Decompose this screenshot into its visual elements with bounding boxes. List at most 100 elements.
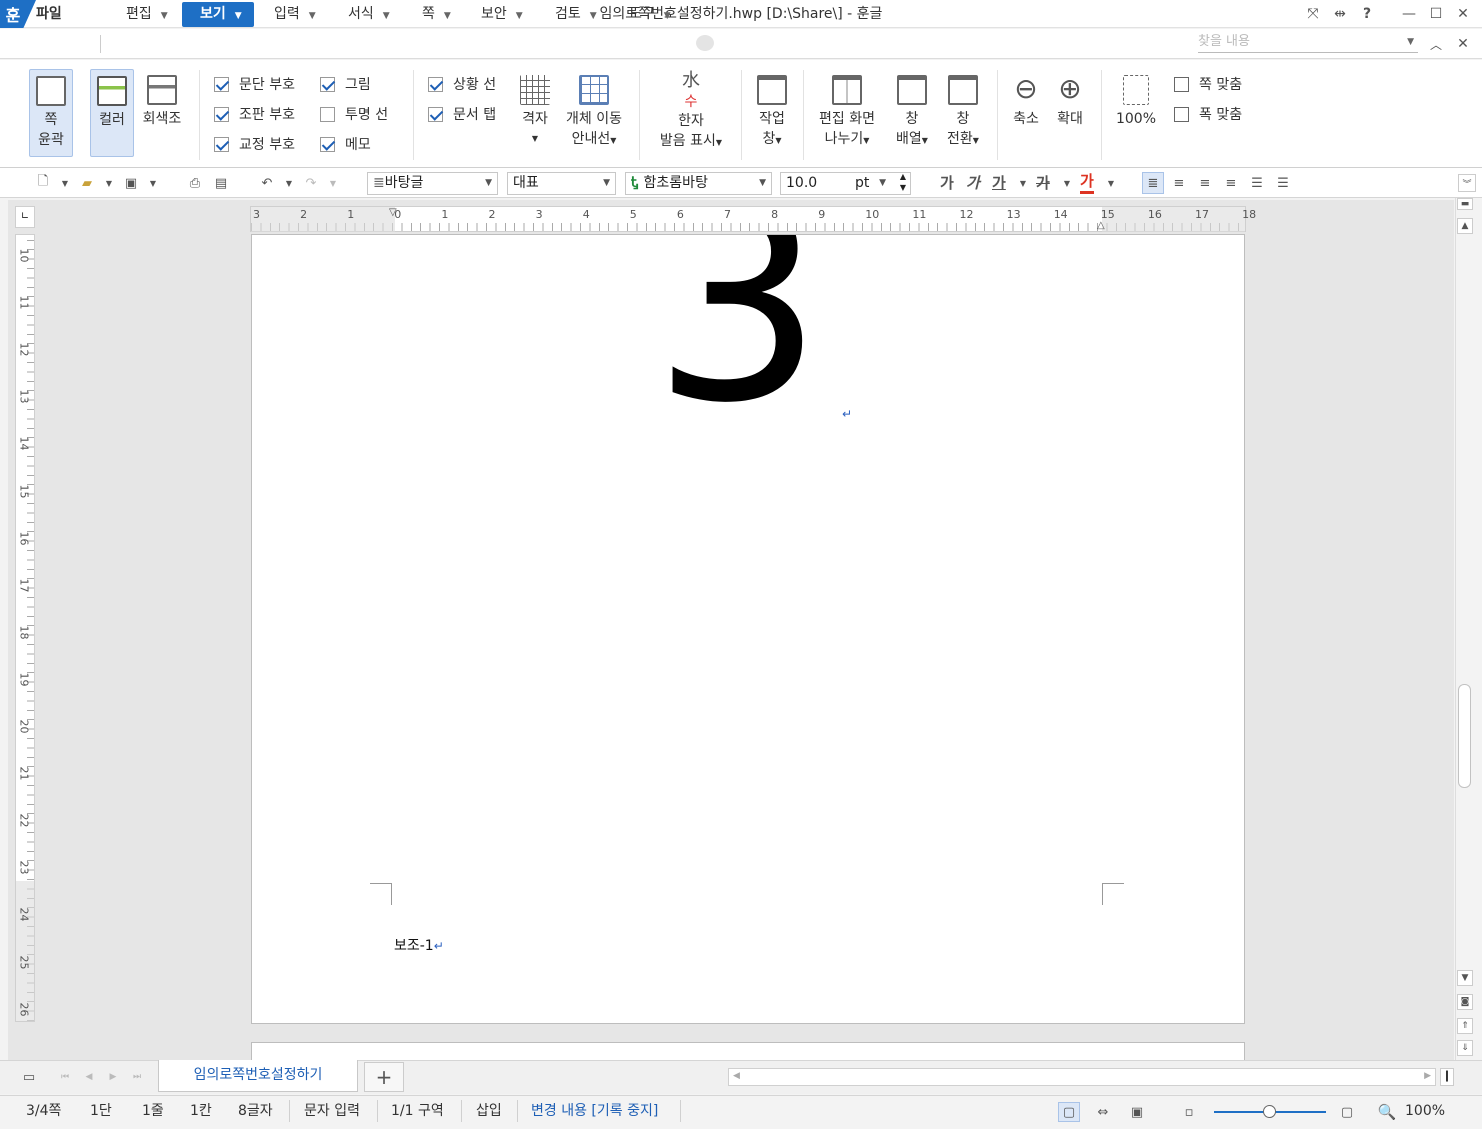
- print-preview-icon[interactable]: ▤: [212, 174, 230, 192]
- zoom-max-icon[interactable]: ▢: [1338, 1103, 1356, 1121]
- vertical-scrollbar[interactable]: [1455, 198, 1475, 1060]
- help-icon[interactable]: ?: [1354, 0, 1380, 28]
- next-page-icon[interactable]: ⇓: [1457, 1040, 1473, 1056]
- new-doc-dropdown-icon[interactable]: ▼: [56, 174, 74, 192]
- search-input[interactable]: 찾을 내용 ▼: [1198, 33, 1418, 53]
- strikethrough-button[interactable]: 가: [1036, 172, 1050, 194]
- undo-dropdown-icon[interactable]: ▼: [280, 174, 298, 192]
- align-divide-icon[interactable]: ☰: [1274, 174, 1292, 192]
- status-input-mode[interactable]: 문자 입력: [304, 1101, 360, 1121]
- menu-tools[interactable]: 도구 ▼: [621, 2, 679, 27]
- fit-page-button[interactable]: 쪽 맞춤: [1174, 73, 1242, 95]
- collapse-ribbon-icon[interactable]: ︿: [1423, 30, 1449, 58]
- status-section[interactable]: 1/1 구역: [391, 1101, 444, 1121]
- color-view-button[interactable]: 컬러: [90, 69, 134, 157]
- horizontal-ruler[interactable]: 3 2 1 0 1 2 3 4 5 6 7 8 9 10 11 12 13 14 15 16 17 18 ▽ △: [250, 206, 1256, 232]
- open-folder-icon[interactable]: ▰: [78, 174, 96, 192]
- add-tab-button[interactable]: +: [364, 1062, 404, 1092]
- zoom-magnifier-icon[interactable]: 🔍: [1378, 1103, 1397, 1121]
- right-indent-marker-icon[interactable]: △: [1097, 220, 1105, 231]
- arrange-windows-button[interactable]: 창 배열▼: [892, 69, 932, 157]
- tab-document[interactable]: 임의로쪽번호설정하기: [158, 1060, 358, 1092]
- first-tab-icon[interactable]: ⏮: [56, 1068, 74, 1086]
- menu-edit[interactable]: 편집 ▼: [118, 2, 176, 27]
- tab-list-icon[interactable]: ▭: [20, 1068, 38, 1086]
- minimize-button[interactable]: —: [1396, 0, 1422, 28]
- split-view-icon[interactable]: ⇹: [1327, 0, 1353, 28]
- underline-dropdown-icon[interactable]: ▼: [1014, 174, 1032, 192]
- prev-tab-icon[interactable]: ◀: [80, 1068, 98, 1086]
- toolbar-expand-icon[interactable]: ︾: [1458, 174, 1476, 192]
- bold-button[interactable]: 가: [940, 172, 954, 194]
- switch-window-button[interactable]: 창 전환▼: [942, 69, 984, 157]
- vertical-ruler[interactable]: 10 11 12 13 14 15 16 17 18 19 20 21 22 23 24 25 26: [15, 234, 35, 1022]
- check-layout-marks[interactable]: 조판 부호: [214, 103, 295, 125]
- page-outline-button[interactable]: 쪽 윤곽: [29, 69, 73, 157]
- close-button[interactable]: ✕: [1450, 0, 1476, 28]
- scroll-left-icon[interactable]: ◀: [733, 1071, 740, 1081]
- ruler-tab-icon[interactable]: ∟: [15, 206, 35, 228]
- check-paragraph-marks[interactable]: 문단 부호: [214, 73, 295, 95]
- menu-review[interactable]: 검토 ▼: [547, 2, 605, 27]
- italic-button[interactable]: 가: [966, 172, 980, 194]
- check-proof-marks[interactable]: 교정 부호: [214, 133, 295, 155]
- maximize-button[interactable]: ☐: [1423, 0, 1449, 28]
- zoom-out-button[interactable]: ⊖ 축소: [1006, 69, 1046, 157]
- style-select[interactable]: ≣바탕글 ▼: [367, 172, 498, 195]
- menu-page[interactable]: 쪽 ▼: [414, 2, 459, 27]
- hscroll-split-handle[interactable]: ❙: [1440, 1068, 1454, 1086]
- check-transparent-lines[interactable]: 투명 선: [320, 103, 388, 125]
- align-left-icon[interactable]: ≡: [1170, 174, 1188, 192]
- font-size-input[interactable]: 10.0 pt ▼ ▲ ▼: [780, 172, 911, 195]
- redo-dropdown-icon[interactable]: ▼: [324, 174, 342, 192]
- split-screen-button[interactable]: 편집 화면 나누기▼: [814, 69, 880, 157]
- menu-insert[interactable]: 입력 ▼: [266, 2, 324, 27]
- object-guide-button[interactable]: 개체 이동 안내선▼: [562, 69, 626, 157]
- menu-view[interactable]: 보기 ▼: [182, 2, 254, 27]
- menu-security[interactable]: 보안 ▼: [473, 2, 531, 27]
- grayscale-button[interactable]: 회색조: [138, 69, 186, 157]
- language-select[interactable]: 대표 ▼: [507, 172, 616, 195]
- scroll-right-icon[interactable]: ▶: [1424, 1071, 1431, 1081]
- scroll-thumb[interactable]: [1458, 684, 1471, 788]
- font-color-button[interactable]: 가: [1080, 172, 1094, 194]
- menu-file[interactable]: 파일: [28, 2, 70, 27]
- prev-page-icon[interactable]: ⇑: [1457, 1018, 1473, 1034]
- horizontal-scrollbar[interactable]: ◀ ▶: [728, 1068, 1436, 1086]
- save-icon[interactable]: ▣: [122, 174, 140, 192]
- zoom-min-icon[interactable]: ▫: [1180, 1103, 1198, 1121]
- align-justify-icon[interactable]: ≣: [1142, 172, 1164, 194]
- undo-icon[interactable]: ↶: [258, 174, 276, 192]
- menu-format[interactable]: 서식 ▼: [340, 2, 398, 27]
- zoom-in-button[interactable]: ⊕ 확대: [1050, 69, 1090, 157]
- grid-button[interactable]: 격자 ▼: [514, 69, 556, 157]
- close-doc-button[interactable]: ✕: [1450, 30, 1476, 58]
- check-pictures[interactable]: 그림: [320, 73, 371, 95]
- footer-text[interactable]: 보조-1↵: [394, 935, 444, 955]
- save-dropdown-icon[interactable]: ▼: [144, 174, 162, 192]
- check-doc-tabs[interactable]: 문서 탭: [428, 103, 496, 125]
- check-status-lines[interactable]: 상황 선: [428, 73, 496, 95]
- fit-width-button[interactable]: 폭 맞춤: [1174, 103, 1242, 125]
- view-full-icon[interactable]: ▣: [1128, 1103, 1146, 1121]
- print-icon[interactable]: ⎙: [186, 174, 204, 192]
- redo-icon[interactable]: ↷: [302, 174, 320, 192]
- status-page[interactable]: 3/4쪽: [26, 1101, 61, 1121]
- align-center-icon[interactable]: ≡: [1196, 174, 1214, 192]
- indent-marker-icon[interactable]: ▽: [389, 207, 397, 218]
- view-page-icon[interactable]: ▢: [1058, 1102, 1080, 1122]
- font-select[interactable]: Ꮏ 함초롬바탕 ▼: [625, 172, 772, 195]
- strike-dropdown-icon[interactable]: ▼: [1058, 174, 1076, 192]
- fullscreen-icon[interactable]: ⤧: [1300, 0, 1326, 28]
- scroll-split-handle[interactable]: ▬: [1457, 198, 1473, 210]
- view-width-icon[interactable]: ⇔: [1094, 1103, 1112, 1121]
- task-pane-button[interactable]: 작업 창▼: [752, 69, 792, 157]
- document-page[interactable]: 3 ↵ 보조-1↵: [251, 234, 1245, 1024]
- font-color-dropdown-icon[interactable]: ▼: [1102, 174, 1120, 192]
- align-right-icon[interactable]: ≡: [1222, 174, 1240, 192]
- new-doc-icon[interactable]: 🗋: [34, 174, 52, 192]
- zoom-slider-thumb[interactable]: [1263, 1105, 1276, 1118]
- align-distribute-icon[interactable]: ☰: [1248, 174, 1266, 192]
- status-insert-mode[interactable]: 삽입: [476, 1101, 502, 1121]
- next-tab-icon[interactable]: ▶: [104, 1068, 122, 1086]
